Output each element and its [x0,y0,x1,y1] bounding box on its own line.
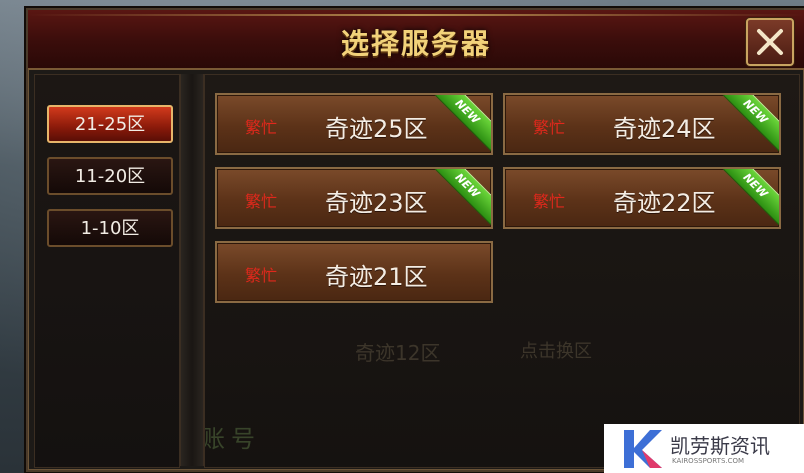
server-card[interactable]: 繁忙 奇迹22区 NEW [503,167,781,229]
server-name: 奇迹21区 [325,263,428,291]
close-button[interactable] [746,18,794,66]
new-badge: NEW [711,169,779,227]
server-name: 奇迹24区 [613,115,716,143]
new-badge: NEW [423,169,491,227]
server-card[interactable]: 繁忙 奇迹25区 NEW [215,93,493,155]
server-status: 繁忙 [245,118,278,137]
zone-sidebar: 21-25区 11-20区 1-10区 [34,74,180,468]
server-card[interactable]: 繁忙 奇迹21区 [215,241,493,303]
server-status: 繁忙 [533,118,566,137]
server-name: 奇迹22区 [613,189,716,217]
watermark-sub: KAIROSSPORTS.COM [672,457,745,465]
server-status: 繁忙 [245,266,278,285]
close-x-icon [757,29,783,55]
site-watermark: 凯劳斯资讯 KAIROSSPORTS.COM [604,424,804,473]
new-badge: NEW [711,95,779,153]
server-name: 奇迹23区 [325,189,428,217]
kairos-logo-icon [624,430,662,468]
title-bar: 选择服务器 [28,10,804,70]
panel-divider [180,74,204,466]
zone-tab-21-25[interactable]: 21-25区 [47,105,173,143]
server-card[interactable]: 繁忙 奇迹23区 NEW [215,167,493,229]
background-server-text: 奇迹12区 [355,341,441,365]
background-switch-button: 切换账号 [204,425,261,453]
zone-tab-11-20[interactable]: 11-20区 [47,157,173,195]
background-hint-text: 点击换区 [520,341,592,362]
watermark-name: 凯劳斯资讯 [670,434,770,458]
zone-tab-1-10[interactable]: 1-10区 [47,209,173,247]
server-list: 奇迹12区 点击换区 切换账号 繁忙 奇迹25区 NEW 繁忙 奇迹24区 NE… [204,74,800,468]
server-name: 奇迹25区 [325,115,428,143]
new-badge: NEW [423,95,491,153]
server-status: 繁忙 [245,192,278,211]
dialog-title: 选择服务器 [340,27,491,60]
server-card[interactable]: 繁忙 奇迹24区 NEW [503,93,781,155]
server-status: 繁忙 [533,192,566,211]
server-select-dialog: 选择服务器 21-25区 11-20区 1-10区 奇迹12区 点击换区 切换账… [26,8,804,472]
